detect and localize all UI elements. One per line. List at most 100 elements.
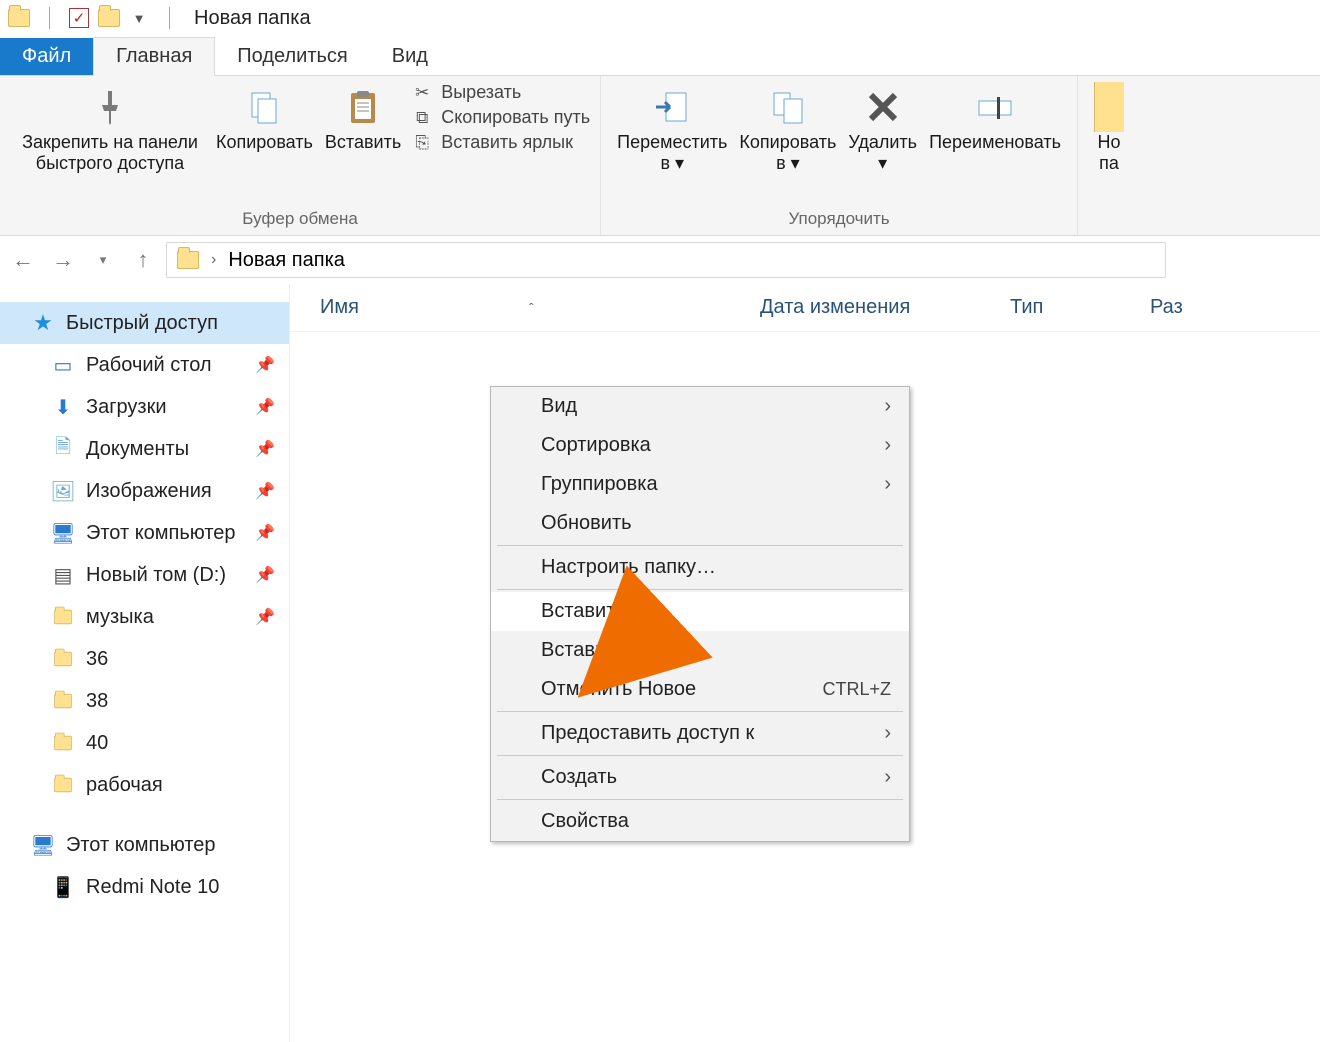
pin-mini-icon: 📌 [255,481,275,501]
copy-path-icon: ⧉ [411,108,433,128]
ctx-separator [497,799,903,800]
downloads-icon: ⬇ [50,395,76,420]
submenu-arrow-icon: › [884,434,891,457]
sidebar-item-pictures[interactable]: 🖼 Изображения 📌 [0,470,289,512]
window-folder-icon [4,4,34,32]
group-label-clipboard: Буфер обмена [10,209,590,233]
sidebar-item-downloads[interactable]: ⬇ Загрузки 📌 [0,386,289,428]
tab-home[interactable]: Главная [93,37,215,76]
paste-button[interactable]: Вставить [319,82,407,153]
column-type[interactable]: Тип [970,296,1150,319]
sidebar-item-this-pc[interactable]: 🖥 Этот компьютер 📌 [0,512,289,554]
ctx-customize-folder[interactable]: Настроить папку… [491,548,909,587]
rename-button[interactable]: Переименовать [923,82,1067,153]
cut-button[interactable]: ✂ Вырезать [411,82,590,103]
folder-icon [50,734,76,752]
tab-view[interactable]: Вид [370,38,450,75]
column-date[interactable]: Дата изменения [760,296,970,319]
nav-recent-dropdown[interactable]: ▾ [86,243,120,277]
folder-icon [50,608,76,626]
ribbon: Закрепить на панели быстрого доступа Коп… [0,76,1320,236]
folder-icon [50,776,76,794]
column-size[interactable]: Раз [1150,296,1183,319]
phone-icon: 📱 [50,875,76,900]
sidebar-this-pc[interactable]: 🖥 Этот компьютер [0,824,289,866]
qat-dropdown-icon[interactable]: ▼ [124,4,154,32]
address-bar[interactable]: › Новая папка [166,242,1166,278]
tab-file[interactable]: Файл [0,38,93,75]
window-title: Новая папка [194,7,311,30]
nav-forward-button[interactable]: → [46,243,80,277]
title-bar: ✓ ▼ Новая папка [0,0,1320,36]
sidebar-item-40[interactable]: 40 [0,722,289,764]
sidebar-item-device[interactable]: 📱 Redmi Note 10 [0,866,289,908]
submenu-arrow-icon: › [884,395,891,418]
new-folder-icon [1094,82,1124,132]
ctx-separator [497,545,903,546]
ctx-undo-shortcut: CTRL+Z [822,679,891,700]
pc-icon: 🖥 [50,521,76,546]
ctx-view[interactable]: Вид › [491,387,909,426]
clipboard-icon [343,82,383,132]
sidebar-item-36[interactable]: 36 [0,638,289,680]
sidebar-item-music[interactable]: музыка 📌 [0,596,289,638]
sidebar-item-drive-d[interactable]: ▤ Новый том (D:) 📌 [0,554,289,596]
pin-mini-icon: 📌 [255,397,275,417]
sidebar-item-documents[interactable]: 🗎 Документы 📌 [0,428,289,470]
sidebar-item-38[interactable]: 38 [0,680,289,722]
delete-button[interactable]: Удалить ▾ [842,82,923,173]
copy-button[interactable]: Копировать [210,82,319,153]
tab-share[interactable]: Поделиться [215,38,369,75]
qat-separator [34,4,64,32]
ctx-new[interactable]: Создать › [491,758,909,797]
scissors-icon: ✂ [411,83,433,103]
qat-separator [154,4,184,32]
ribbon-group-clipboard: Закрепить на панели быстрого доступа Коп… [0,76,601,235]
move-to-icon [652,82,692,132]
column-name[interactable]: Имя [320,296,359,319]
copy-icon [244,82,284,132]
pin-mini-icon: 📌 [255,439,275,459]
pin-to-quick-access-button[interactable]: Закрепить на панели быстрого доступа [10,82,210,173]
submenu-arrow-icon: › [884,722,891,745]
ctx-give-access[interactable]: Предоставить доступ к › [491,714,909,753]
ctx-sort[interactable]: Сортировка › [491,426,909,465]
breadcrumb-separator: › [211,251,216,269]
pin-mini-icon: 📌 [255,355,275,375]
submenu-arrow-icon: › [884,473,891,496]
pin-mini-icon: 📌 [255,523,275,543]
move-to-button[interactable]: Переместить в ▾ [611,82,733,173]
nav-back-button[interactable]: ← [6,243,40,277]
ctx-paste-shortcut[interactable]: Вставить ярлык [491,631,909,670]
group-label-organize: Упорядочить [611,209,1067,233]
documents-icon: 🗎 [50,432,76,466]
qat-folder-icon[interactable] [94,4,124,32]
new-folder-button-partial[interactable]: Но па [1088,82,1130,173]
sidebar-item-desktop[interactable]: ▭ Рабочий стол 📌 [0,344,289,386]
breadcrumb-folder[interactable]: Новая папка [228,249,345,272]
ctx-group[interactable]: Группировка › [491,465,909,504]
context-menu: Вид › Сортировка › Группировка › Обновит… [490,386,910,842]
ctx-undo[interactable]: Отменить Новое CTRL+Z [491,670,909,709]
ctx-refresh[interactable]: Обновить [491,504,909,543]
pin-icon [90,82,130,132]
qat-properties-icon[interactable]: ✓ [64,4,94,32]
copy-path-button[interactable]: ⧉ Скопировать путь [411,107,590,128]
sidebar-item-rabochaya[interactable]: рабочая [0,764,289,806]
copy-to-button[interactable]: Копировать в ▾ [733,82,842,173]
ctx-separator [497,755,903,756]
column-headers: Имя ˆ Дата изменения Тип Раз [290,284,1320,332]
nav-up-button[interactable]: ↑ [126,243,160,277]
pc-icon: 🖥 [30,833,56,858]
rename-icon [975,82,1015,132]
pin-mini-icon: 📌 [255,565,275,585]
ctx-paste[interactable]: Вставить [491,592,909,631]
pin-mini-icon: 📌 [255,607,275,627]
sidebar-quick-access[interactable]: ★ Быстрый доступ [0,302,289,344]
desktop-icon: ▭ [50,353,76,378]
submenu-arrow-icon: › [884,766,891,789]
paste-shortcut-button[interactable]: ⎘ Вставить ярлык [411,132,590,153]
ctx-properties[interactable]: Свойства [491,802,909,841]
delete-x-icon [863,82,903,132]
pictures-icon: 🖼 [50,479,76,504]
